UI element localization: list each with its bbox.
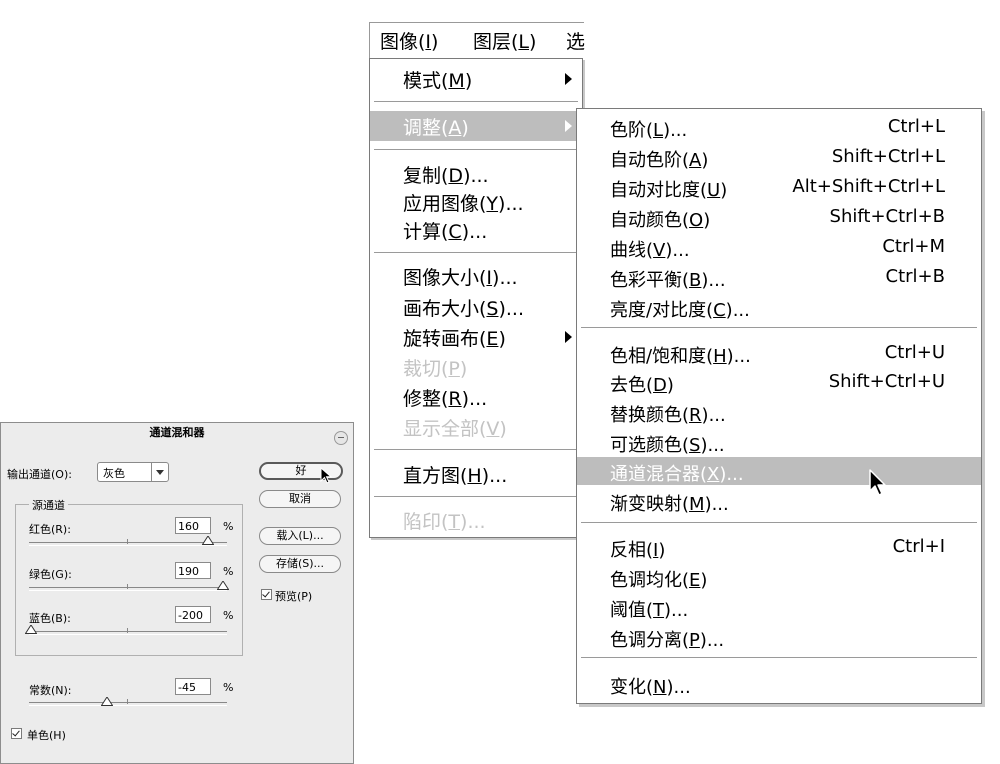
blue-slider[interactable]: [29, 631, 227, 635]
slider-tick: [127, 539, 128, 544]
menu-item-trap: 陷印(T)...: [403, 511, 486, 533]
submenu-arrow-icon: [565, 73, 572, 85]
shortcut-label: Ctrl+M: [882, 236, 945, 257]
menu-separator: [374, 252, 578, 254]
preview-checkbox[interactable]: [261, 589, 272, 600]
menu-item-posterize[interactable]: 色调分离(P)...: [577, 623, 981, 651]
percent-label: %: [223, 565, 234, 578]
menu-item-auto-contrast[interactable]: 自动对比度(U) Alt+Shift+Ctrl+L: [577, 173, 981, 201]
menu-separator: [374, 496, 578, 498]
menu-item-desaturate[interactable]: 去色(D) Shift+Ctrl+U: [577, 368, 981, 396]
slider-tick: [127, 628, 128, 633]
menu-item-invert[interactable]: 反相(I) Ctrl+I: [577, 533, 981, 561]
adjust-submenu: 色阶(L)... Ctrl+L 自动色阶(A) Shift+Ctrl+L 自动对…: [576, 108, 982, 704]
percent-label: %: [223, 681, 234, 694]
menu-item-rotate-canvas[interactable]: 旋转画布(E): [370, 322, 582, 352]
menu-item-levels[interactable]: 色阶(L)... Ctrl+L: [577, 113, 981, 141]
dialog-title: 通道混和器: [149, 426, 205, 439]
mouse-pointer-icon: [320, 467, 333, 484]
menu-layer[interactable]: 图层(L): [473, 27, 536, 54]
shortcut-label: Ctrl+B: [885, 266, 945, 287]
menu-item-hue-saturation[interactable]: 色相/饱和度(H)... Ctrl+U: [577, 339, 981, 367]
output-channel-label: 输出通道(O):: [7, 468, 72, 481]
shortcut-label: Shift+Ctrl+L: [831, 146, 945, 167]
close-icon[interactable]: [334, 431, 348, 445]
menu-item-image-size[interactable]: 图像大小(I)...: [370, 261, 582, 291]
submenu-arrow-icon: [565, 331, 572, 343]
menu-item-curves[interactable]: 曲线(V)... Ctrl+M: [577, 233, 981, 261]
menu-separator: [374, 149, 578, 151]
mouse-pointer-icon: [869, 469, 886, 496]
menu-item-reveal-all: 显示全部(V): [403, 418, 507, 440]
chevron-down-icon: [151, 463, 168, 481]
image-menu: 模式(M) 调整(A) 复制(D)... 应用图像(Y)... 计算(C)...…: [369, 58, 583, 538]
menu-item-auto-levels[interactable]: 自动色阶(A) Shift+Ctrl+L: [577, 143, 981, 171]
constant-slider[interactable]: [29, 702, 227, 706]
menu-item-color-balance[interactable]: 色彩平衡(B)... Ctrl+B: [577, 263, 981, 291]
output-channel-select[interactable]: 灰色: [97, 462, 169, 482]
menu-separator: [374, 101, 578, 103]
menu-separator: [581, 522, 977, 524]
menu-item-threshold[interactable]: 阈值(T)...: [577, 593, 981, 621]
red-slider[interactable]: [29, 542, 227, 546]
percent-label: %: [223, 609, 234, 622]
source-channels-label: 源通道: [29, 497, 68, 513]
menu-item-trim[interactable]: 修整(R)...: [370, 382, 582, 412]
slider-tick: [127, 699, 128, 704]
constant-label: 常数(N):: [29, 684, 72, 697]
menu-item-variations[interactable]: 变化(N)...: [577, 670, 981, 698]
menu-item-replace-color[interactable]: 替换颜色(R)...: [577, 398, 981, 426]
menu-separator: [374, 449, 578, 451]
menu-item-gradient-map[interactable]: 渐变映射(M)...: [577, 487, 981, 515]
menu-item-crop: 裁切(P): [403, 358, 468, 380]
menu-separator: [581, 657, 977, 659]
menu-item-channel-mixer[interactable]: 通道混合器(X)...: [577, 457, 981, 485]
percent-label: %: [223, 520, 234, 533]
shortcut-label: Ctrl+I: [892, 536, 945, 557]
output-channel-value: 灰色: [103, 467, 125, 480]
load-button[interactable]: 载入(L)...: [259, 527, 341, 545]
monochrome-label: 单色(H): [27, 729, 66, 742]
menu-item-apply-image[interactable]: 应用图像(Y)...: [370, 187, 582, 217]
submenu-arrow-icon: [565, 120, 572, 132]
shortcut-label: Shift+Ctrl+U: [828, 371, 945, 392]
blue-input[interactable]: -200: [175, 606, 211, 623]
red-label: 红色(R):: [29, 523, 71, 536]
shortcut-label: Shift+Ctrl+B: [829, 206, 945, 227]
constant-input[interactable]: -45: [175, 678, 211, 695]
shortcut-label: Ctrl+U: [884, 342, 945, 363]
menu-item-mode[interactable]: 模式(M): [370, 64, 582, 94]
menu-item-duplicate[interactable]: 复制(D)...: [370, 159, 582, 189]
menu-image[interactable]: 图像(I): [380, 27, 438, 54]
menu-select[interactable]: 选: [566, 27, 585, 54]
green-slider[interactable]: [29, 587, 227, 591]
menu-item-calculations[interactable]: 计算(C)...: [370, 215, 582, 245]
shortcut-label: Alt+Shift+Ctrl+L: [792, 176, 945, 197]
menu-item-auto-color[interactable]: 自动颜色(O) Shift+Ctrl+B: [577, 203, 981, 231]
green-label: 绿色(G):: [29, 568, 72, 581]
blue-label: 蓝色(B):: [29, 612, 71, 625]
menu-separator: [581, 327, 977, 329]
menu-item-equalize[interactable]: 色调均化(E): [577, 563, 981, 591]
channel-mixer-dialog: 通道混和器 输出通道(O): 灰色 源通道 红色(R): 160 % 绿色(G)…: [0, 422, 354, 764]
menu-item-selective-color[interactable]: 可选颜色(S)...: [577, 428, 981, 456]
menu-item-brightness-contrast[interactable]: 亮度/对比度(C)...: [577, 293, 981, 321]
menu-item-canvas-size[interactable]: 画布大小(S)...: [370, 292, 582, 322]
slider-tick: [127, 584, 128, 589]
menu-item-histogram[interactable]: 直方图(H)...: [370, 459, 582, 489]
shortcut-label: Ctrl+L: [887, 116, 945, 137]
red-input[interactable]: 160: [175, 517, 211, 534]
monochrome-checkbox[interactable]: [11, 728, 22, 739]
preview-label: 预览(P): [275, 590, 313, 603]
cancel-button[interactable]: 取消: [259, 490, 341, 508]
save-button[interactable]: 存储(S)...: [259, 555, 341, 573]
menu-item-adjust[interactable]: 调整(A): [370, 111, 582, 141]
green-input[interactable]: 190: [175, 562, 211, 579]
menu-bar: 图像(I) 图层(L) 选: [369, 22, 585, 59]
